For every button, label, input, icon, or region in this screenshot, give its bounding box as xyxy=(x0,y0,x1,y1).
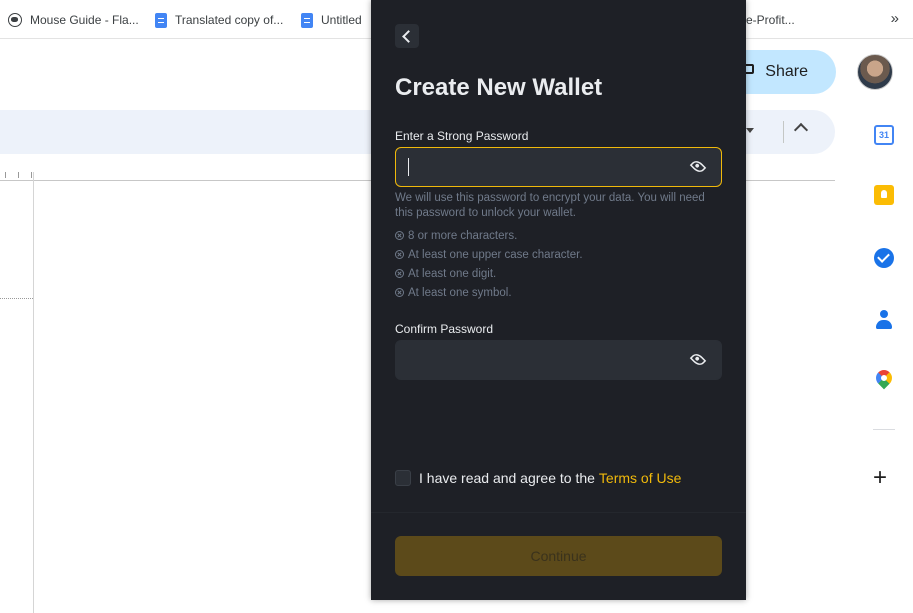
more-bookmarks-button[interactable]: » xyxy=(891,10,899,27)
avatar[interactable] xyxy=(857,54,893,90)
toolbar-divider xyxy=(783,121,784,143)
x-circle-icon xyxy=(395,231,404,240)
text-caret xyxy=(408,158,409,176)
tasks-icon[interactable] xyxy=(874,248,894,268)
share-label: Share xyxy=(765,63,808,80)
x-circle-icon xyxy=(395,269,404,278)
bookmark-mouse-guide[interactable]: Mouse Guide - Fla... xyxy=(8,11,139,29)
rule-uppercase: At least one upper case character. xyxy=(395,245,583,264)
page-margin-line xyxy=(0,298,33,299)
continue-button[interactable]: Continue xyxy=(395,536,722,576)
eye-icon[interactable] xyxy=(689,158,707,175)
confirm-password-label: Confirm Password xyxy=(395,322,494,336)
footer-divider xyxy=(371,512,746,513)
ruler-tick xyxy=(5,172,6,178)
bookmark-label: Untitled xyxy=(321,13,362,27)
terms-agreement: I have read and agree to the Terms of Us… xyxy=(395,470,681,486)
bookmark-profit[interactable]: e-Profit... xyxy=(746,11,795,29)
rule-digit: At least one digit. xyxy=(395,264,583,283)
terms-checkbox[interactable] xyxy=(395,470,411,486)
doc-icon xyxy=(155,12,167,28)
page-title: Create New Wallet xyxy=(395,74,603,101)
calendar-icon[interactable]: 31 xyxy=(874,125,894,145)
add-icon[interactable]: + xyxy=(873,466,887,490)
password-field[interactable] xyxy=(395,147,722,187)
password-rules: 8 or more characters. At least one upper… xyxy=(395,226,583,302)
x-circle-icon xyxy=(395,288,404,297)
keep-icon[interactable] xyxy=(874,185,894,205)
eye-icon[interactable] xyxy=(689,351,707,368)
bookmark-untitled[interactable]: Untitled xyxy=(301,11,362,29)
maps-icon[interactable] xyxy=(872,366,896,390)
ruler-tick xyxy=(31,172,32,178)
page-edge xyxy=(33,172,34,613)
bookmark-label: e-Profit... xyxy=(746,13,795,27)
password-label: Enter a Strong Password xyxy=(395,129,529,143)
terms-link[interactable]: Terms of Use xyxy=(599,470,681,486)
doc-icon xyxy=(301,12,313,28)
bookmark-translated-copy[interactable]: Translated copy of... xyxy=(155,11,283,29)
contacts-icon[interactable] xyxy=(874,310,894,330)
password-hint: We will use this password to encrypt you… xyxy=(395,192,705,219)
confirm-password-field[interactable] xyxy=(395,340,722,380)
globe-icon xyxy=(8,13,22,27)
bookmark-label: Translated copy of... xyxy=(175,13,284,27)
chevron-left-icon xyxy=(402,29,415,43)
rule-text: At least one symbol. xyxy=(408,286,512,299)
side-panel-divider xyxy=(873,429,895,430)
wallet-popup: Create New Wallet Enter a Strong Passwor… xyxy=(371,0,746,600)
agree-text: I have read and agree to the xyxy=(419,470,595,486)
x-circle-icon xyxy=(395,250,404,259)
rule-length: 8 or more characters. xyxy=(395,226,583,245)
chevron-down-icon[interactable] xyxy=(746,128,754,133)
ruler-tick xyxy=(18,172,19,178)
rule-text: 8 or more characters. xyxy=(408,229,518,242)
bookmark-label: Mouse Guide - Fla... xyxy=(30,13,139,27)
rule-symbol: At least one symbol. xyxy=(395,283,583,302)
rule-text: At least one upper case character. xyxy=(408,248,583,261)
back-button[interactable] xyxy=(395,24,419,48)
rule-text: At least one digit. xyxy=(408,267,497,280)
